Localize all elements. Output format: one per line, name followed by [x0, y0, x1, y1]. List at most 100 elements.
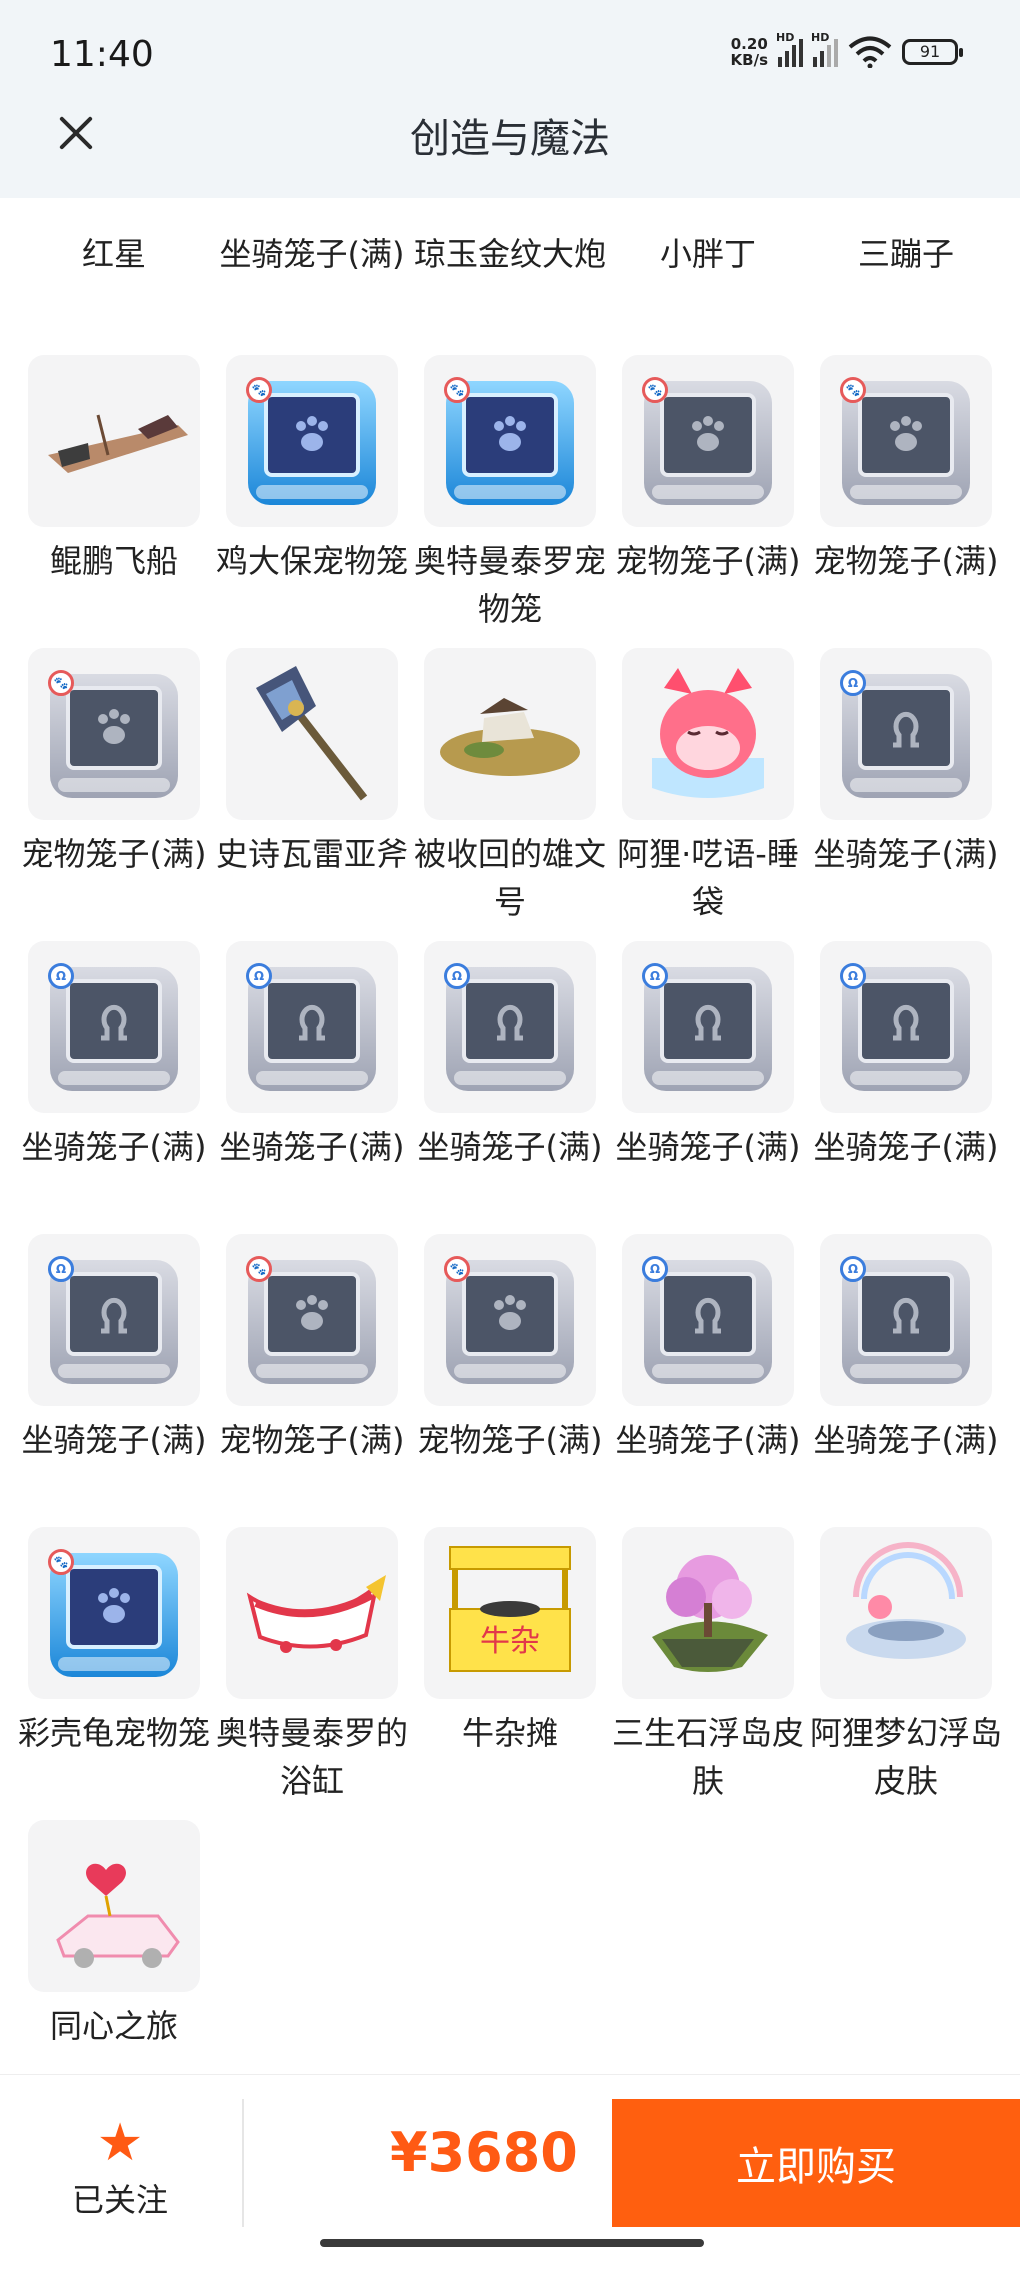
- dream-island-icon: [846, 1542, 966, 1659]
- item-label: 宠物笼子(满): [417, 1421, 603, 1459]
- bathtub-icon: [246, 1575, 386, 1653]
- status-time: 11:40: [50, 34, 154, 75]
- item-thumbnail: Ω: [424, 941, 596, 1113]
- ship-wreck-icon: [440, 698, 580, 776]
- status-icons: 0.20 KB/s HD HD 91: [731, 31, 963, 68]
- item-thumbnail: Ω: [820, 941, 992, 1113]
- item-label: 奥特曼泰罗宠物笼: [413, 542, 606, 628]
- follow-button[interactable]: ★ 已关注: [40, 2115, 200, 2221]
- item-card[interactable]: 三生石浮岛皮肤: [612, 1527, 804, 1805]
- item-thumbnail: [820, 1527, 992, 1699]
- item-card[interactable]: 史诗瓦雷亚斧: [216, 648, 408, 878]
- mount-badge-icon: Ω: [840, 963, 866, 989]
- item-label: 坐骑笼子(满): [813, 835, 999, 873]
- item-thumbnail: 🐾: [820, 355, 992, 527]
- item-label: 坐骑笼子(满): [813, 1421, 999, 1459]
- item-thumbnail: Ω: [820, 648, 992, 820]
- item-label: 坐骑笼子(满): [219, 235, 405, 273]
- item-card[interactable]: Ω 坐骑笼子(满): [814, 648, 998, 878]
- item-card[interactable]: 🐾 宠物笼子(满): [22, 648, 206, 878]
- page-title: 创造与魔法: [410, 116, 610, 162]
- item-thumbnail: 🐾: [424, 355, 596, 527]
- item-thumbnail: [226, 648, 398, 820]
- item-card[interactable]: 阿狸·呓语-睡袋: [617, 648, 799, 926]
- home-indicator[interactable]: [320, 2239, 704, 2247]
- item-thumbnail: Ω: [28, 941, 200, 1113]
- item-label: 宠物笼子(满): [813, 542, 999, 580]
- battery-icon: 91: [902, 39, 963, 65]
- item-card[interactable]: 🐾 鸡大保宠物笼: [216, 355, 408, 585]
- item-label: 阿狸·呓语-睡袋: [617, 835, 799, 921]
- item-card[interactable]: Ω 坐骑笼子(满): [814, 1234, 998, 1464]
- item-label: 牛杂摊: [461, 1714, 558, 1752]
- item-label: 宠物笼子(满): [219, 1421, 405, 1459]
- item-card[interactable]: Ω 坐骑笼子(满): [418, 941, 602, 1171]
- item-card[interactable]: Ω 坐骑笼子(满): [616, 1234, 800, 1464]
- mount-badge-icon: Ω: [642, 1256, 668, 1282]
- item-label: 鲲鹏飞船: [49, 542, 178, 580]
- item-card[interactable]: 🐾 宠物笼子(满): [418, 1234, 602, 1464]
- item-label: 三蹦子: [857, 235, 954, 273]
- mount-badge-icon: Ω: [48, 1256, 74, 1282]
- item-label: 被收回的雄文号: [413, 835, 606, 921]
- pet-badge-icon: 🐾: [642, 377, 668, 403]
- item-thumbnail: 🐾: [622, 355, 794, 527]
- item-label: 史诗瓦雷亚斧: [215, 835, 408, 873]
- fox-sleeping-bag-icon: [652, 668, 764, 798]
- pet-badge-icon: 🐾: [444, 377, 470, 403]
- stall-sign-text: 牛杂: [480, 1624, 540, 1659]
- net-speed-value: 0.20: [730, 35, 768, 53]
- item-label: 同心之旅: [49, 2007, 178, 2045]
- item-card[interactable]: 被收回的雄文号: [414, 648, 606, 926]
- pet-badge-icon: 🐾: [246, 1256, 272, 1282]
- item-label: 琼玉金纹大炮: [413, 235, 606, 273]
- item-thumbnail: Ω: [622, 941, 794, 1113]
- item-label: 坐骑笼子(满): [219, 1128, 405, 1166]
- item-label: 坐骑笼子(满): [615, 1421, 801, 1459]
- item-label: 宠物笼子(满): [21, 835, 207, 873]
- item-label: 坐骑笼子(满): [417, 1128, 603, 1166]
- item-card[interactable]: 🐾 宠物笼子(满): [814, 355, 998, 585]
- item-card[interactable]: 奥特曼泰罗的浴缸: [216, 1527, 408, 1805]
- heart-car-icon: [56, 1863, 180, 1968]
- airship-icon: [48, 414, 188, 473]
- item-thumbnail: Ω: [28, 1234, 200, 1406]
- net-speed: 0.20 KB/s: [731, 36, 768, 68]
- item-card[interactable]: 牛杂 牛杂摊: [424, 1527, 596, 1757]
- item-label: 坐骑笼子(满): [21, 1128, 207, 1166]
- item-thumbnail: [622, 648, 794, 820]
- item-card[interactable]: 🐾 宠物笼子(满): [220, 1234, 404, 1464]
- wifi-icon: [848, 36, 892, 68]
- mount-badge-icon: Ω: [246, 963, 272, 989]
- item-label: 宠物笼子(满): [615, 542, 801, 580]
- item-thumbnail: [622, 1527, 794, 1699]
- item-card[interactable]: Ω 坐骑笼子(满): [22, 1234, 206, 1464]
- item-card[interactable]: 🐾 宠物笼子(满): [616, 355, 800, 585]
- item-thumbnail: 🐾: [424, 1234, 596, 1406]
- item-label: 坐骑笼子(满): [21, 1421, 207, 1459]
- item-card[interactable]: 阿狸梦幻浮岛皮肤: [810, 1527, 1002, 1805]
- item-label: 坐骑笼子(满): [615, 1128, 801, 1166]
- item-thumbnail: 🐾: [226, 1234, 398, 1406]
- follow-label: 已关注: [71, 2181, 168, 2219]
- item-label: 小胖丁: [659, 235, 756, 273]
- item-label: 红星: [81, 235, 146, 273]
- pet-badge-icon: 🐾: [48, 1549, 74, 1575]
- item-card[interactable]: Ω 坐骑笼子(满): [814, 941, 998, 1171]
- item-card[interactable]: Ω 坐骑笼子(满): [616, 941, 800, 1171]
- item-card[interactable]: 🐾 奥特曼泰罗宠物笼: [414, 355, 606, 633]
- floating-island-icon: [652, 1555, 768, 1672]
- signal-icon: HD: [811, 31, 838, 67]
- item-thumbnail: [28, 355, 200, 527]
- item-thumbnail: 🐾: [28, 648, 200, 820]
- buy-now-button[interactable]: 立即购买: [612, 2099, 1020, 2227]
- item-card[interactable]: Ω 坐骑笼子(满): [22, 941, 206, 1171]
- item-card[interactable]: 🐾 彩壳龟宠物笼: [18, 1527, 210, 1757]
- item-card[interactable]: Ω 坐骑笼子(满): [220, 941, 404, 1171]
- item-card[interactable]: 同心之旅: [28, 1820, 200, 2050]
- item-card[interactable]: 鲲鹏飞船: [28, 355, 200, 585]
- signal-hd-label: HD: [811, 31, 830, 44]
- signal-icon: HD: [776, 31, 803, 67]
- pet-badge-icon: 🐾: [444, 1256, 470, 1282]
- app-header: 11:40 0.20 KB/s HD HD 91 创造与魔法: [0, 0, 1020, 198]
